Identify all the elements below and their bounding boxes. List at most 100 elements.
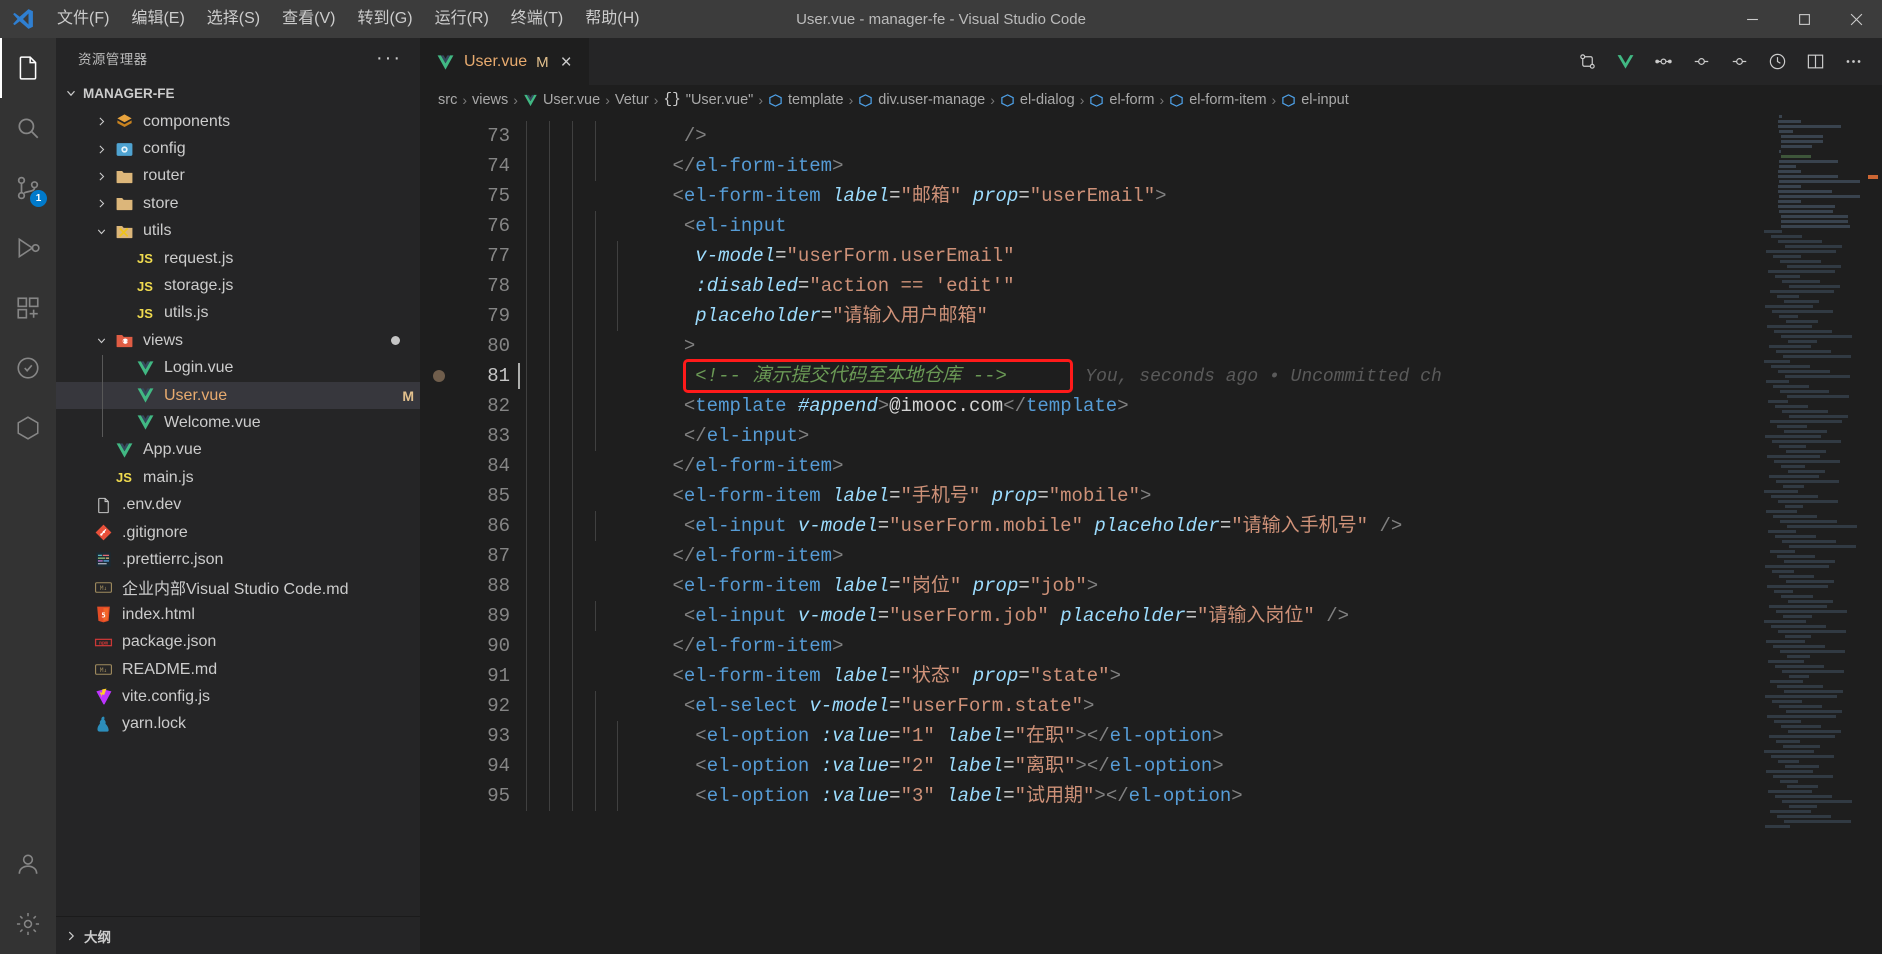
- tree-file-row[interactable]: yarn.lock: [56, 711, 420, 738]
- breadcrumb[interactable]: src › views › User.vue › Vetur ›{} "User.vue" › te…: [420, 85, 1882, 115]
- tree-folder-row[interactable]: components: [56, 108, 420, 135]
- activity-testing[interactable]: [0, 338, 56, 398]
- activity-remote-explorer[interactable]: [0, 398, 56, 458]
- breadcrumb-item[interactable]: el-dialog: [1000, 92, 1075, 108]
- activity-search[interactable]: [0, 98, 56, 158]
- tree-file-row[interactable]: .prettierrc.json: [56, 546, 420, 573]
- tree-folder-row[interactable]: router: [56, 163, 420, 190]
- editor-scrollbar[interactable]: [1864, 115, 1882, 954]
- tree-file-row[interactable]: vite.config.js: [56, 683, 420, 710]
- chevron-down-icon[interactable]: [91, 334, 111, 347]
- code-line[interactable]: :disabled="action == 'edit'": [516, 271, 1882, 301]
- code-line[interactable]: </el-form-item>: [516, 451, 1882, 481]
- code-line[interactable]: />: [516, 121, 1882, 151]
- explorer-section-header[interactable]: MANAGER-FE: [56, 78, 420, 108]
- sidebar-more-actions-icon[interactable]: ···: [376, 48, 412, 68]
- breadcrumb-item[interactable]: template: [768, 92, 844, 108]
- code-line[interactable]: </el-form-item>: [516, 541, 1882, 571]
- code-line[interactable]: <el-form-item label="岗位" prop="job">: [516, 571, 1882, 601]
- code-line[interactable]: <el-form-item label="手机号" prop="mobile">: [516, 481, 1882, 511]
- tree-file-row[interactable]: JS request.js: [56, 245, 420, 272]
- tree-file-row[interactable]: JS storage.js: [56, 272, 420, 299]
- minimize-button[interactable]: [1726, 0, 1778, 38]
- outline-section-header[interactable]: 大纲: [56, 916, 420, 954]
- chevron-right-icon[interactable]: [91, 115, 111, 128]
- tree-file-row[interactable]: JS utils.js: [56, 300, 420, 327]
- code-line[interactable]: v-model="userForm.userEmail": [516, 241, 1882, 271]
- tree-folder-row[interactable]: config: [56, 135, 420, 162]
- breadcrumb-item[interactable]: el-input: [1281, 92, 1349, 108]
- preview-left-icon[interactable]: [1686, 47, 1716, 77]
- tree-file-row[interactable]: .env.dev: [56, 491, 420, 518]
- code-line[interactable]: <el-select v-model="userForm.state">: [516, 691, 1882, 721]
- menu-item-terminal[interactable]: 终端(T): [500, 5, 574, 33]
- activity-settings[interactable]: [0, 894, 56, 954]
- code-line[interactable]: <el-input v-model="userForm.job" placeho…: [516, 601, 1882, 631]
- editor-actions[interactable]: [1572, 38, 1882, 85]
- menu-item-run[interactable]: 运行(R): [424, 5, 500, 33]
- menu-item-go[interactable]: 转到(G): [346, 5, 423, 33]
- breadcrumb-item[interactable]: div.user-manage: [858, 92, 985, 108]
- menu-bar[interactable]: 文件(F) 编辑(E) 选择(S) 查看(V) 转到(G) 运行(R) 终端(T…: [46, 5, 650, 33]
- chevron-right-icon[interactable]: [91, 143, 111, 156]
- tree-file-row[interactable]: .gitignore: [56, 519, 420, 546]
- code-line[interactable]: <!-- 演示提交代码至本地仓库 --> You, seconds ago • U…: [516, 359, 1882, 393]
- window-controls[interactable]: [1726, 0, 1882, 38]
- tree-file-row[interactable]: 5 index.html: [56, 601, 420, 628]
- code-line[interactable]: </el-form-item>: [516, 631, 1882, 661]
- chevron-down-icon[interactable]: [91, 225, 111, 238]
- file-tree[interactable]: components config router store utils JS reques…: [56, 108, 420, 916]
- code-line[interactable]: <el-option :value="3" label="试用期"></el-o…: [516, 781, 1882, 811]
- more-actions-icon[interactable]: [1838, 47, 1868, 77]
- source-control-compare-icon[interactable]: [1572, 47, 1602, 77]
- tree-file-row[interactable]: User.vue M: [56, 381, 420, 410]
- breadcrumb-item[interactable]: Vetur: [615, 92, 649, 108]
- tree-file-row[interactable]: Login.vue: [56, 355, 420, 382]
- menu-item-view[interactable]: 查看(V): [271, 5, 346, 33]
- history-icon[interactable]: [1762, 47, 1792, 77]
- tree-file-row[interactable]: M↓ 企业内部Visual Studio Code.md: [56, 574, 420, 601]
- tree-file-row[interactable]: npm package.json: [56, 628, 420, 655]
- code-line[interactable]: <el-form-item label="状态" prop="state">: [516, 661, 1882, 691]
- tree-file-row[interactable]: App.vue: [56, 437, 420, 464]
- code-line[interactable]: >: [516, 331, 1882, 361]
- menu-item-edit[interactable]: 编辑(E): [120, 5, 195, 33]
- breadcrumb-item[interactable]: src: [438, 92, 457, 108]
- tree-folder-row[interactable]: store: [56, 190, 420, 217]
- code-line[interactable]: </el-form-item>: [516, 151, 1882, 181]
- tab-close-icon[interactable]: ×: [558, 51, 575, 74]
- code-line[interactable]: <el-input v-model="userForm.mobile" plac…: [516, 511, 1882, 541]
- chevron-right-icon[interactable]: [91, 170, 111, 183]
- tree-folder-row[interactable]: utils: [56, 218, 420, 245]
- tab-user-vue[interactable]: User.vue M ×: [420, 38, 589, 85]
- breadcrumb-item[interactable]: {} "User.vue": [663, 92, 753, 108]
- breadcrumb-item[interactable]: User.vue: [523, 92, 600, 108]
- tree-file-row[interactable]: Welcome.vue: [56, 409, 420, 436]
- maximize-button[interactable]: [1778, 0, 1830, 38]
- close-button[interactable]: [1830, 0, 1882, 38]
- tree-file-row[interactable]: M↓ README.md: [56, 656, 420, 683]
- split-editor-icon[interactable]: [1800, 47, 1830, 77]
- code-line[interactable]: placeholder="请输入用户邮箱": [516, 301, 1882, 331]
- code-line[interactable]: <el-input: [516, 211, 1882, 241]
- vue-tools-icon[interactable]: [1610, 47, 1640, 77]
- tree-folder-row[interactable]: views: [56, 327, 420, 354]
- chevron-right-icon[interactable]: [91, 197, 111, 210]
- code-content[interactable]: /> </el-form-item> <el-form-item label="邮箱…: [516, 115, 1882, 954]
- breadcrumb-item[interactable]: el-form-item: [1169, 92, 1267, 108]
- breadcrumb-item[interactable]: views: [472, 92, 508, 108]
- minimap[interactable]: [1764, 115, 1864, 954]
- code-line[interactable]: <el-option :value="2" label="离职"></el-op…: [516, 751, 1882, 781]
- activity-extensions[interactable]: [0, 278, 56, 338]
- tree-file-row[interactable]: JS main.js: [56, 464, 420, 491]
- menu-item-file[interactable]: 文件(F): [46, 5, 120, 33]
- activity-run-debug[interactable]: [0, 218, 56, 278]
- code-editor[interactable]: 73 74 75 76 77 78 79 80 81 82 83 84 85 86 87 88 89 90 91 92…: [420, 115, 1882, 954]
- code-line[interactable]: </el-input>: [516, 421, 1882, 451]
- menu-item-help[interactable]: 帮助(H): [574, 5, 650, 33]
- activity-accounts[interactable]: [0, 834, 56, 894]
- menu-item-selection[interactable]: 选择(S): [196, 5, 271, 33]
- preview-right-icon[interactable]: [1724, 47, 1754, 77]
- split-preview-icon[interactable]: [1648, 47, 1678, 77]
- activity-source-control[interactable]: 1: [0, 158, 56, 218]
